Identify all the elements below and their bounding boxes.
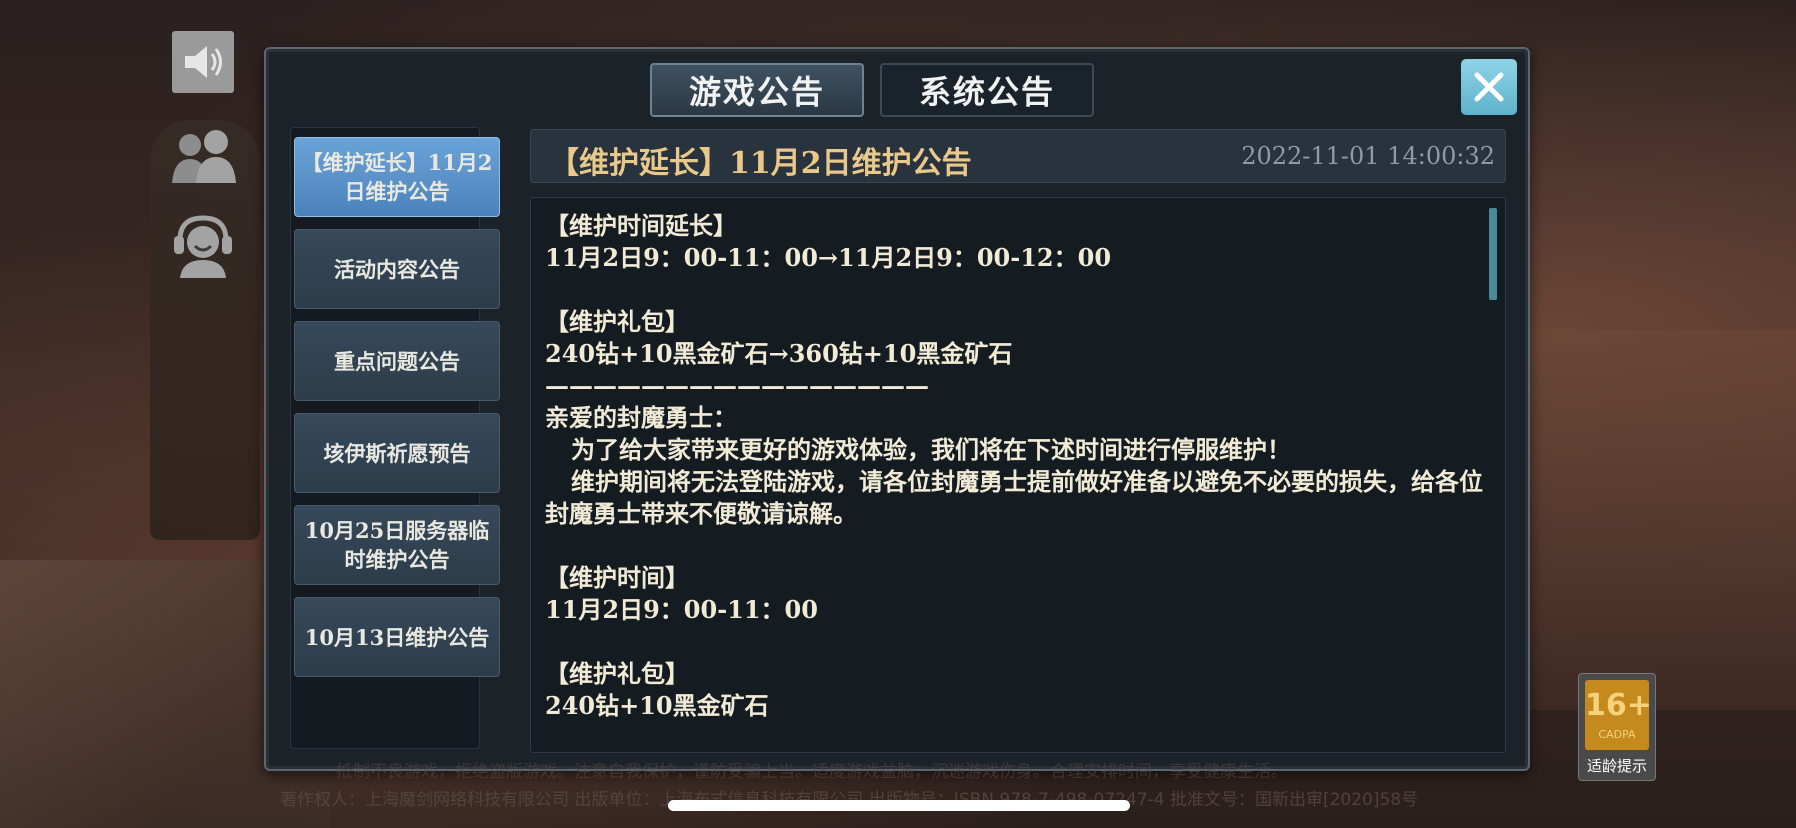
list-item[interactable]: 活动内容公告 (294, 229, 500, 309)
content-line: 11月2日9：00-11：00→11月2日9：00-12：00 (545, 243, 1112, 272)
content-line: 240钻+10黑金矿石 (545, 691, 769, 720)
health-notice: 抵制不良游戏，拒绝盗版游戏。注意自我保护，谨防受骗上当。适度游戏益脑，沉迷游戏伤… (336, 762, 1288, 782)
age-rating: 16+ (1585, 688, 1652, 723)
content-line: 【维护时间延长】 (545, 211, 737, 240)
tab-system-announcement[interactable]: 系统公告 (880, 63, 1094, 117)
content-line: 亲爱的封魔勇士： (545, 403, 737, 432)
content-line: 240钻+10黑金矿石→360钻+10黑金矿石 (545, 339, 1013, 368)
content-line: 【维护时间】 (545, 563, 689, 592)
announcement-list-items: 【维护延长】11月2日维护公告 活动内容公告 重点问题公告 垓伊斯祈愿预告 10… (294, 137, 504, 689)
list-item[interactable]: 【维护延长】11月2日维护公告 (294, 137, 500, 217)
content-paragraph: 维护期间将无法登陆游戏，请各位封魔勇士提前做好准备以避免不必要的损失，给各位封魔… (545, 467, 1483, 528)
content-line: 【维护礼包】 (545, 659, 689, 688)
support-icon[interactable] (166, 210, 240, 278)
friends-icon[interactable] (166, 125, 240, 187)
content-divider: ———————————————— (545, 371, 929, 400)
content-paragraph: 为了给大家带来更好的游戏体验，我们将在下述时间进行停服维护！ (571, 435, 1291, 464)
home-indicator[interactable] (668, 800, 1130, 811)
announcement-header: 【维护延长】11月2日维护公告 2022-11-01 14:00:32 (530, 129, 1506, 183)
age-rating-badge[interactable]: 16+ CADPA 适龄提示 (1578, 673, 1656, 781)
announcement-content[interactable]: 【维护时间延长】 11月2日9：00-11：00→11月2日9：00-12：00… (530, 197, 1506, 753)
close-icon (1474, 72, 1504, 102)
content-scrollbar[interactable] (1489, 208, 1497, 300)
content-line: 【维护礼包】 (545, 307, 689, 336)
list-item[interactable]: 重点问题公告 (294, 321, 500, 401)
background-scenery (1530, 330, 1796, 710)
announcement-title: 【维护延长】11月2日维护公告 (549, 146, 972, 181)
list-item[interactable]: 10月13日维护公告 (294, 597, 500, 677)
age-rating-org: CADPA (1598, 728, 1636, 741)
announcement-panel: 游戏公告 系统公告 【维护延长】11月2日维护公告 活动内容公告 重点问题公告 … (264, 47, 1530, 771)
speaker-icon[interactable] (172, 31, 234, 93)
close-button[interactable] (1461, 59, 1517, 115)
content-line: 11月2日9：00-11：00 (545, 595, 818, 624)
list-item[interactable]: 垓伊斯祈愿预告 (294, 413, 500, 493)
age-rating-label: 适龄提示 (1586, 757, 1647, 775)
tab-game-announcement[interactable]: 游戏公告 (650, 63, 864, 117)
announcement-datetime: 2022-11-01 14:00:32 (1241, 142, 1495, 170)
list-item[interactable]: 10月25日服务器临时维护公告 (294, 505, 500, 585)
